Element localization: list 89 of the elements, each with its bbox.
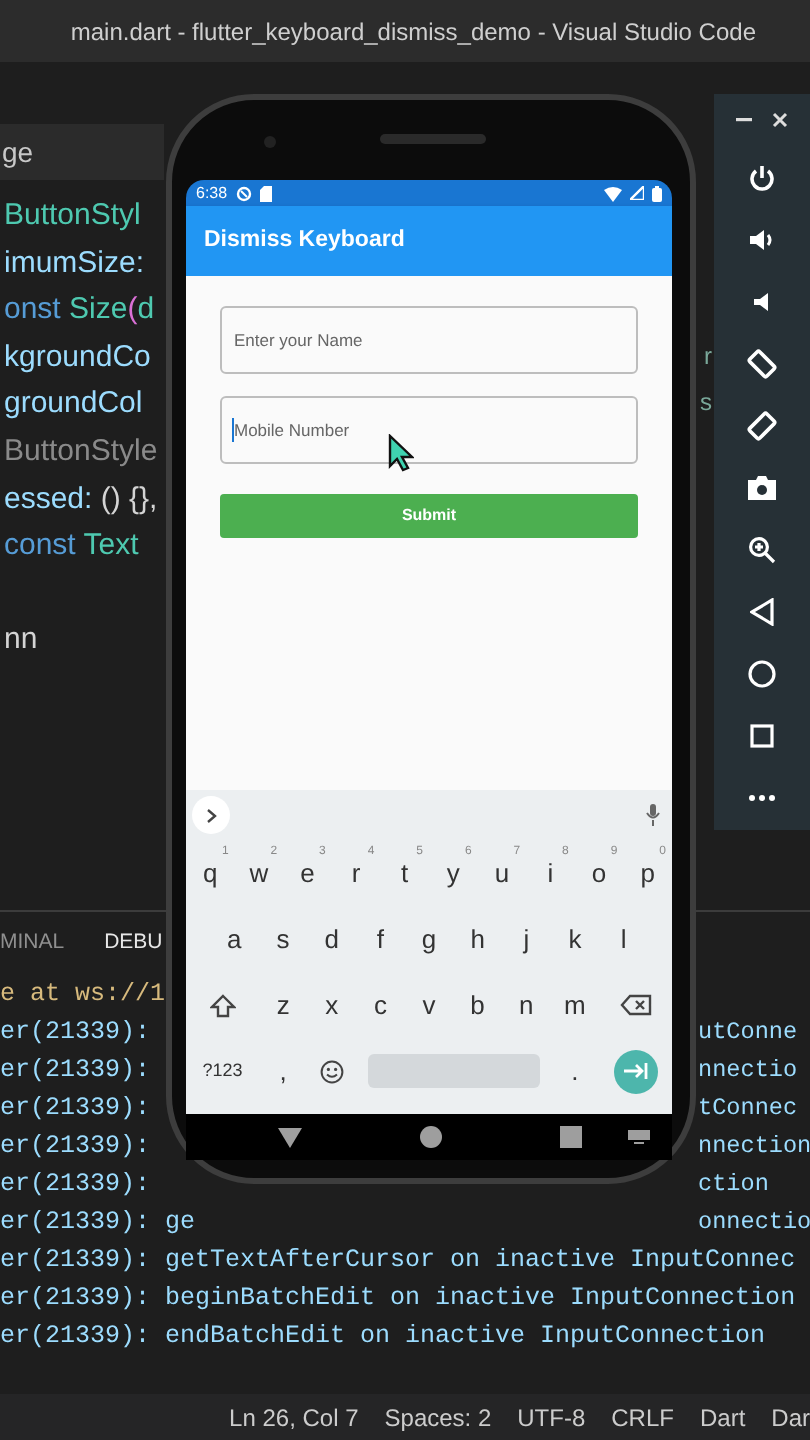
- keyboard-key[interactable]: v: [404, 972, 454, 1038]
- code-line: groundCol: [2, 384, 145, 425]
- keyboard-key[interactable]: x: [307, 972, 357, 1038]
- console-line: er(21339):: [0, 1168, 151, 1202]
- keyboard-key[interactable]: s: [258, 906, 308, 972]
- console-line: er(21339):: [0, 1130, 151, 1164]
- close-icon[interactable]: [772, 112, 788, 128]
- keyboard-key[interactable]: h: [453, 906, 502, 972]
- expand-button[interactable]: [192, 796, 230, 834]
- status-item[interactable]: Dart: [699, 1399, 746, 1435]
- console-line: er(21339): ge: [0, 1206, 196, 1240]
- status-item[interactable]: Ln 26, Col 7: [229, 1399, 359, 1435]
- code-line: const Text: [2, 526, 141, 567]
- status-item[interactable]: Spaces: 2: [384, 1399, 492, 1435]
- camera-icon: [748, 475, 776, 499]
- backspace-icon: [619, 994, 652, 1016]
- sd-card-icon: [259, 185, 272, 201]
- power-icon: [748, 163, 776, 191]
- volume-up-icon: [748, 225, 776, 253]
- console-fragment: ction: [698, 1168, 771, 1202]
- console-line: e at ws://1: [0, 978, 166, 1012]
- console-line: er(21339):: [0, 1054, 151, 1088]
- text-field[interactable]: Mobile Number: [220, 396, 638, 464]
- console-line: er(21339): beginBatchEdit on inactive InputConnection: [0, 1282, 796, 1316]
- keyboard-key[interactable]: l: [599, 906, 648, 972]
- text-field[interactable]: Enter your Name: [220, 306, 638, 374]
- code-line: kgroundCo: [2, 337, 153, 378]
- keyboard-key[interactable]: b: [453, 972, 502, 1038]
- console-fragment: tConnec: [698, 1092, 800, 1126]
- status-item[interactable]: Dar: [771, 1399, 810, 1435]
- more-icon: [748, 793, 776, 801]
- keyboard-key[interactable]: z: [258, 972, 308, 1038]
- enter-arrow-icon: [623, 1062, 648, 1080]
- keyboard-key[interactable]: m: [550, 972, 600, 1038]
- back-icon: [750, 597, 774, 625]
- wifi-icon: [604, 185, 622, 201]
- rotate-right-icon: [746, 409, 778, 441]
- speaker-grille: [380, 134, 486, 144]
- console-line: er(21339): endBatchEdit on inactive InputConnection: [0, 1320, 766, 1354]
- keyboard-key[interactable]: j: [501, 906, 551, 972]
- battery-icon: [652, 185, 662, 201]
- keyboard-key[interactable]: g: [404, 906, 454, 972]
- console-line: er(21339):: [0, 1016, 151, 1050]
- signal-icon: [630, 186, 644, 200]
- status-item[interactable]: CRLF: [611, 1399, 674, 1435]
- console-fragment: nnectio: [698, 1054, 800, 1088]
- keyboard-key[interactable]: n: [501, 972, 551, 1038]
- code-line: onst Size(d: [2, 290, 157, 331]
- shift-icon: [209, 993, 236, 1017]
- mouse-pointer-icon: [388, 434, 414, 472]
- hide-keyboard-icon[interactable]: [278, 1127, 302, 1147]
- console-line: er(21339): getTextAfterCursor on inactive InputConnec: [0, 1244, 796, 1278]
- symbols-key[interactable]: ?123: [186, 1038, 259, 1104]
- volume-down-icon: [750, 289, 774, 313]
- keyboard-key[interactable]: ,: [258, 1038, 308, 1104]
- code-fragment: r: [704, 339, 712, 374]
- keyboard-icon[interactable]: [628, 1130, 650, 1144]
- window-title: main.dart - flutter_keyboard_dismiss_demo - Visual Studio Code: [70, 15, 756, 49]
- panel-tab[interactable]: MINAL: [0, 928, 65, 960]
- keyboard-key[interactable]: d: [307, 906, 356, 972]
- emoji-icon: [319, 1059, 344, 1083]
- panel-tab[interactable]: DEBU: [104, 928, 163, 960]
- code-fragment: s: [700, 386, 712, 421]
- keyboard-key[interactable]: f: [355, 906, 405, 972]
- keyboard-key[interactable]: c: [356, 972, 405, 1038]
- console-fragment: nnection: [698, 1130, 810, 1164]
- app-title: Dismiss Keyboard: [204, 225, 405, 256]
- minimize-icon[interactable]: [736, 118, 752, 122]
- code-line: nn: [2, 620, 40, 661]
- console-line: er(21339):: [0, 1092, 151, 1126]
- console-fragment: utConne: [698, 1016, 800, 1050]
- rotate-left-icon: [746, 347, 778, 379]
- code-line: essed: () {},: [2, 479, 160, 520]
- home-icon: [748, 659, 776, 687]
- code-line: imumSize:: [2, 243, 147, 284]
- microphone-icon[interactable]: [646, 804, 660, 826]
- keyboard-key[interactable]: a: [210, 906, 259, 972]
- status-item[interactable]: UTF-8: [517, 1399, 586, 1435]
- console-fragment: onnectio: [698, 1206, 810, 1240]
- keyboard-key[interactable]: .: [550, 1038, 600, 1104]
- keyboard-key[interactable]: k: [550, 906, 600, 972]
- code-line: ButtonStyl: [2, 196, 143, 236]
- zoom-icon: [748, 535, 776, 563]
- overview-icon: [750, 723, 774, 747]
- code-line: ButtonStyle: [2, 431, 160, 472]
- editor-tab[interactable]: ge: [0, 124, 164, 180]
- home-icon[interactable]: [420, 1126, 442, 1148]
- clock: 6:38: [196, 181, 228, 205]
- chevron-icon: [205, 807, 217, 823]
